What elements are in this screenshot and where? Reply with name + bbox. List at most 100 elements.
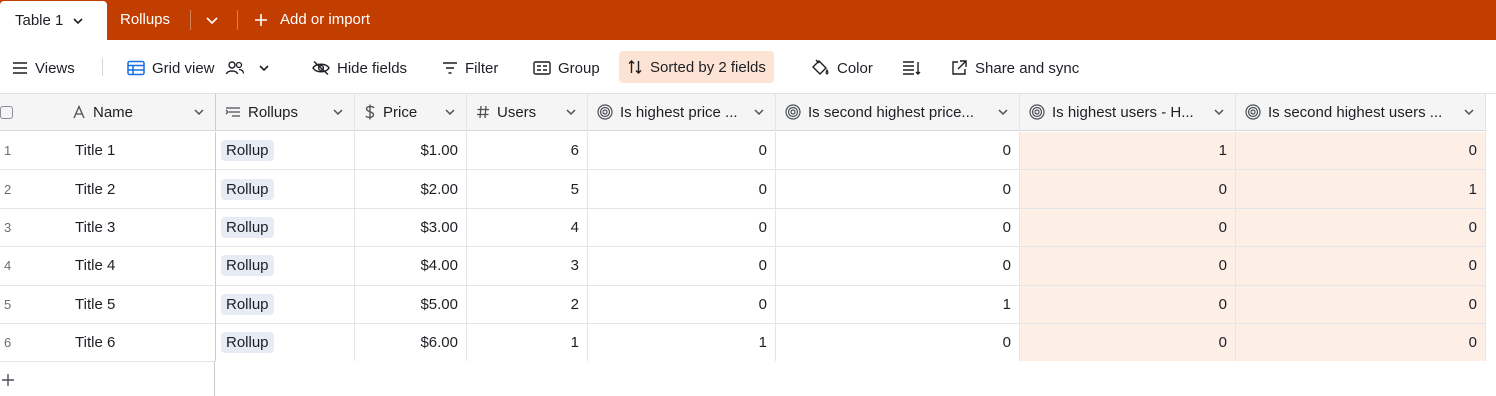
name-cell[interactable]: Title 2 (63, 170, 216, 209)
linked-record-chip[interactable]: Rollup (221, 293, 274, 315)
is-second-highest-price-cell[interactable]: 0 (776, 132, 1020, 171)
table-row[interactable]: 5 Title 5 Rollup $5.00 2 0 1 0 0 (0, 285, 1486, 324)
is-highest-users-cell[interactable]: 0 (1020, 247, 1236, 286)
rollups-cell[interactable]: Rollup (216, 285, 355, 324)
chevron-down-icon[interactable] (71, 14, 85, 28)
row-height-button[interactable] (894, 52, 937, 84)
is-second-highest-price-cell[interactable]: 0 (776, 247, 1020, 286)
column-header-is-highest-users[interactable]: Is highest users - H... (1020, 94, 1236, 131)
select-all-checkbox[interactable] (0, 105, 13, 119)
is-highest-users-cell[interactable]: 1 (1020, 132, 1236, 171)
add-or-import-button[interactable]: Add or import (254, 11, 370, 28)
is-highest-price-cell[interactable]: 0 (588, 132, 776, 171)
linked-record-chip[interactable]: Rollup (221, 140, 274, 162)
rollups-cell[interactable]: Rollup (216, 324, 355, 363)
linked-record-chip[interactable]: Rollup (221, 332, 274, 354)
table-row[interactable]: 6 Title 6 Rollup $6.00 1 1 0 0 0 (0, 324, 1486, 363)
tab-rollups[interactable]: Rollups (120, 11, 170, 28)
chevron-down-icon[interactable] (565, 106, 577, 118)
is-highest-users-cell[interactable]: 0 (1020, 208, 1236, 248)
chevron-down-icon[interactable] (1213, 106, 1225, 118)
column-header-rollups[interactable]: Rollups (216, 94, 355, 131)
is-highest-price-cell[interactable]: 1 (588, 324, 776, 363)
is-second-highest-price-cell[interactable]: 0 (776, 324, 1020, 363)
table-row[interactable]: 4 Title 4 Rollup $4.00 3 0 0 0 0 (0, 247, 1486, 286)
linked-record-chip[interactable]: Rollup (221, 255, 274, 277)
price-cell[interactable]: $6.00 (355, 324, 467, 363)
price-cell[interactable]: $1.00 (355, 132, 467, 171)
chevron-down-icon[interactable] (257, 61, 271, 75)
linked-record-chip[interactable]: Rollup (221, 178, 274, 200)
price-cell[interactable]: $4.00 (355, 247, 467, 286)
users-cell[interactable]: 5 (467, 170, 588, 209)
table-row[interactable]: 1 Title 1 Rollup $1.00 6 0 0 1 0 (0, 132, 1486, 171)
chevron-down-icon[interactable] (193, 106, 205, 118)
plus-icon[interactable] (1, 373, 15, 387)
is-highest-users-cell[interactable]: 0 (1020, 285, 1236, 324)
price-cell[interactable]: $3.00 (355, 208, 467, 248)
rollups-cell[interactable]: Rollup (216, 170, 355, 209)
grid-view-button[interactable]: Grid view (119, 52, 286, 84)
group-button[interactable]: Group (525, 52, 608, 84)
share-and-sync-button[interactable]: Share and sync (942, 52, 1087, 84)
table-row[interactable]: 3 Title 3 Rollup $3.00 4 0 0 0 0 (0, 208, 1486, 248)
chevron-down-icon[interactable] (753, 106, 765, 118)
rollups-cell[interactable]: Rollup (216, 247, 355, 286)
color-button[interactable]: Color (802, 52, 881, 84)
chevron-down-icon[interactable] (444, 106, 456, 118)
add-record-row[interactable] (0, 361, 215, 396)
column-header-is-second-highest-price[interactable]: Is second highest price... (776, 94, 1020, 131)
is-highest-price-cell[interactable]: 0 (588, 170, 776, 209)
is-second-highest-price-cell[interactable]: 0 (776, 208, 1020, 248)
is-second-highest-users-cell[interactable]: 1 (1236, 170, 1486, 209)
price-cell[interactable]: $2.00 (355, 170, 467, 209)
column-label: Name (93, 103, 134, 121)
chevron-down-icon[interactable] (997, 106, 1009, 118)
rollups-cell[interactable]: Rollup (216, 132, 355, 171)
column-header-price[interactable]: Price (355, 94, 467, 131)
chevron-down-icon[interactable] (204, 12, 220, 28)
sort-button[interactable]: Sorted by 2 fields (619, 51, 774, 83)
is-second-highest-price-cell[interactable]: 0 (776, 170, 1020, 209)
column-header-name[interactable]: Name (63, 94, 216, 131)
name-cell[interactable]: Title 1 (63, 132, 216, 171)
share-and-sync-label: Share and sync (975, 59, 1080, 77)
chevron-down-icon[interactable] (332, 106, 344, 118)
is-highest-price-cell[interactable]: 0 (588, 285, 776, 324)
is-second-highest-price-cell[interactable]: 1 (776, 285, 1020, 324)
formula-icon (597, 104, 613, 120)
hide-fields-button[interactable]: Hide fields (304, 52, 415, 84)
is-highest-price-cell[interactable]: 0 (588, 247, 776, 286)
is-second-highest-users-cell[interactable]: 0 (1236, 324, 1486, 363)
name-cell[interactable]: Title 3 (63, 208, 216, 248)
users-cell[interactable]: 1 (467, 324, 588, 363)
is-second-highest-users-cell[interactable]: 0 (1236, 132, 1486, 171)
users-cell[interactable]: 6 (467, 132, 588, 171)
is-highest-users-cell[interactable]: 0 (1020, 170, 1236, 209)
chevron-down-icon[interactable] (1463, 106, 1475, 118)
rollups-cell[interactable]: Rollup (216, 208, 355, 248)
row-number: 4 (0, 247, 63, 286)
name-cell[interactable]: Title 6 (63, 324, 216, 363)
filter-button[interactable]: Filter (434, 52, 506, 84)
name-cell[interactable]: Title 4 (63, 247, 216, 286)
column-header-users[interactable]: Users (467, 94, 588, 131)
column-header-is-highest-price[interactable]: Is highest price ... (588, 94, 776, 131)
linked-record-chip[interactable]: Rollup (221, 216, 274, 238)
name-cell[interactable]: Title 5 (63, 285, 216, 324)
table-row[interactable]: 2 Title 2 Rollup $2.00 5 0 0 0 1 (0, 170, 1486, 209)
is-highest-price-cell[interactable]: 0 (588, 208, 776, 248)
users-cell[interactable]: 3 (467, 247, 588, 286)
price-cell[interactable]: $5.00 (355, 285, 467, 324)
column-header-is-second-highest-users[interactable]: Is second highest users ... (1236, 94, 1486, 131)
views-button[interactable]: Views (4, 52, 83, 84)
tab-table-1[interactable]: Table 1 (0, 1, 107, 40)
is-second-highest-users-cell[interactable]: 0 (1236, 285, 1486, 324)
is-second-highest-users-cell[interactable]: 0 (1236, 247, 1486, 286)
is-highest-users-cell[interactable]: 0 (1020, 324, 1236, 363)
row-number: 5 (0, 286, 63, 324)
is-second-highest-users-cell[interactable]: 0 (1236, 208, 1486, 248)
users-cell[interactable]: 2 (467, 285, 588, 324)
users-cell[interactable]: 4 (467, 208, 588, 248)
collaborators-icon (225, 61, 244, 75)
